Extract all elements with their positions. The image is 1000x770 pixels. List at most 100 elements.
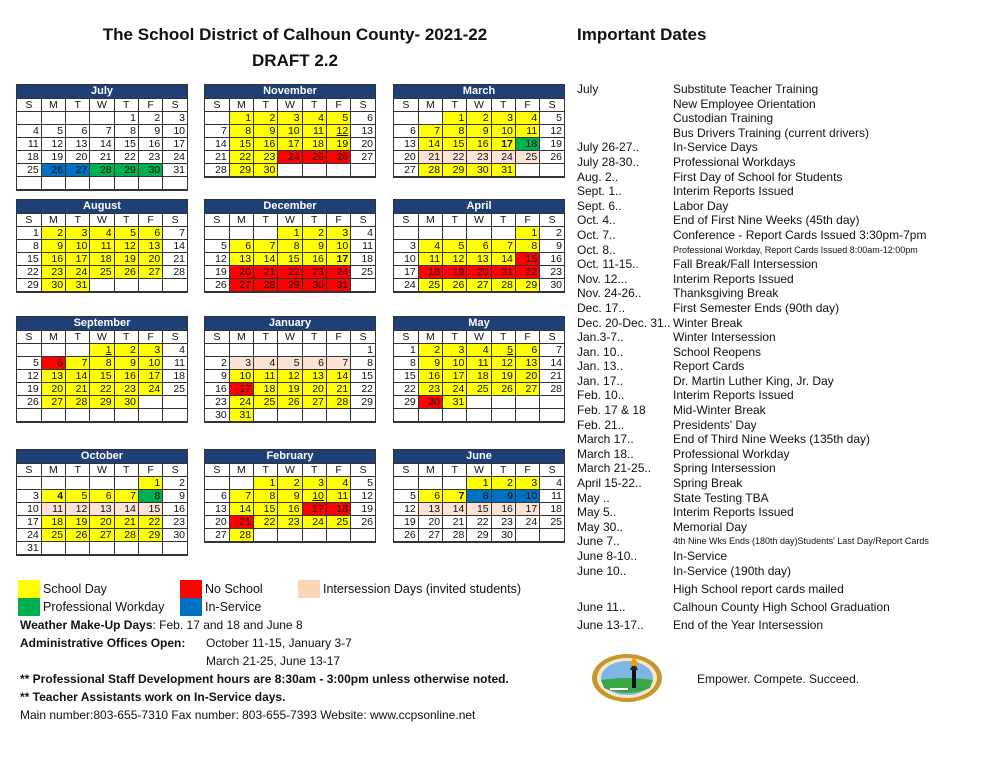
calendar-day: 16 [205,382,230,396]
event-label: School Reopens [673,344,762,359]
weekday-label: W [466,99,492,112]
weekday-label: S [350,331,375,344]
calendar-empty-cell [539,528,564,542]
weekday-label: S [205,331,230,344]
weekday-label: F [137,99,164,112]
calendar-empty-cell [350,528,375,542]
month-april: April S M T W T F S 1 2 3 4 5 6 7 8 9 10 11 12 13 14 15 16 17 18… [393,199,565,293]
calendar-day: 16 [113,369,139,383]
calendar-day: 6 [65,124,91,138]
date-label: Feb. 21.. [577,417,625,432]
calendar-day: 8 [253,489,279,503]
weekday-label: F [514,214,541,227]
calendar-day: 27 [228,278,255,292]
calendar-day: 24 [277,150,303,164]
calendar-day: 28 [325,395,352,409]
calendar-day: 10 [277,124,303,138]
month-header: July [17,85,187,99]
weekday-label: F [137,214,164,227]
calendar-empty-cell [490,408,516,422]
calendar-day: 30 [205,408,230,422]
calendar-day: 7 [89,124,115,138]
calendar-day: 6 [89,489,115,503]
calendar-day: 21 [228,515,255,529]
calendar-day: 6 [137,226,164,240]
calendar-empty-cell [514,528,541,542]
calendar-empty-cell [40,408,67,422]
weekday-label: S [17,331,42,344]
calendar-day: 16 [162,502,187,516]
calendar-day: 10 [301,489,327,503]
calendar-day: 30 [417,395,444,409]
weekday-label: M [228,214,255,227]
weekday-label: S [350,464,375,477]
weekday-label: T [113,214,139,227]
calendar-empty-cell [113,476,139,490]
weekday-label: W [89,99,115,112]
event-label: New Employee Orientation [673,96,816,111]
weekday-label: W [89,214,115,227]
weekday-label: W [466,464,492,477]
calendar-day: 30 [539,278,564,292]
month-header: January [205,317,375,331]
calendar-day: 27 [301,395,327,409]
calendar-empty-cell [325,343,352,357]
date-label: Jan. 13.. [577,359,624,374]
calendar-day: 11 [514,124,541,138]
event-label: Interim Reports Issued [673,505,794,520]
calendar-day: 1 [89,343,115,357]
weekday-label: T [490,331,516,344]
calendar-day: 11 [466,356,492,370]
weekday-label: F [325,331,352,344]
weekday-label: M [417,331,444,344]
district-title: The School District of Calhoun County- 2… [102,25,488,44]
calendar-day: 14 [490,252,516,266]
calendar-day: 9 [162,489,187,503]
calendar-day: 15 [514,252,541,266]
calendar-day: 25 [466,382,492,396]
calendar-day: 1 [17,226,42,240]
date-label: May 5.. [577,505,617,520]
weekday-label: S [17,99,42,112]
calendar-day: 22 [253,515,279,529]
calendar-empty-cell [162,278,187,292]
calendar-day: 25 [350,265,375,279]
calendar-day: 10 [17,502,42,516]
legend-label: In-Service [205,600,262,614]
calendar-empty-cell [417,111,444,125]
legend-intersession: Intersession Days (invited students) [298,580,521,598]
calendar-day: 18 [417,265,444,279]
school-day-swatch [18,580,40,598]
weekday-label: T [65,214,91,227]
calendar-day: 14 [205,137,230,151]
calendar-day: 22 [466,515,492,529]
calendar-day: 4 [466,343,492,357]
calendar-day: 12 [539,124,564,138]
event-label: Dr. Martin Luther King, Jr. Day [673,373,834,388]
calendar-day: 17 [277,137,303,151]
calendar-day: 14 [65,369,91,383]
calendar-empty-cell [490,226,516,240]
calendar-empty-cell [514,408,541,422]
calendar-day: 2 [205,356,230,370]
calendar-day: 26 [113,265,139,279]
calendar-day: 2 [253,111,279,125]
calendar-day: 10 [514,489,541,503]
weekday-label: W [277,99,303,112]
calendar-day: 5 [539,111,564,125]
calendar-empty-cell [394,226,419,240]
calendar-day: 12 [113,239,139,253]
calendar-empty-cell [490,395,516,409]
calendar-day: 29 [442,163,468,177]
calendar-day: 10 [162,124,187,138]
calendar-day: 2 [417,343,444,357]
calendar-day: 20 [350,137,375,151]
calendar-day: 22 [228,150,255,164]
calendar-day: 3 [301,476,327,490]
date-label: Nov. 12... [577,271,628,286]
event-label: Report Cards [673,359,745,374]
calendar-day: 14 [113,502,139,516]
event-label: First Semester Ends (90th day) [673,300,840,315]
calendar-empty-cell [539,163,564,177]
weekday-label: S [394,99,419,112]
